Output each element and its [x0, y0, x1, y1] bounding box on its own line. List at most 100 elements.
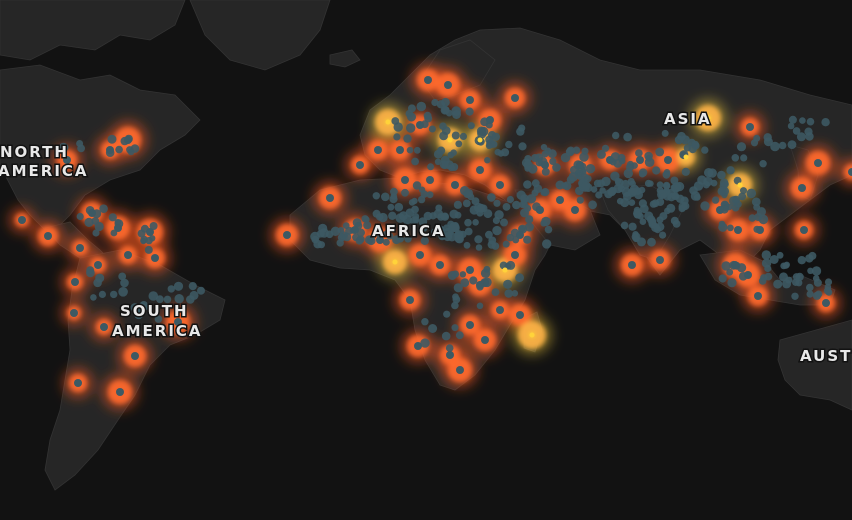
event-point[interactable] [601, 176, 611, 187]
event-point[interactable] [731, 154, 740, 162]
event-point[interactable] [485, 230, 493, 239]
event-point[interactable] [318, 223, 328, 233]
event-point[interactable] [718, 274, 727, 283]
event-point[interactable] [571, 206, 579, 214]
event-point[interactable] [463, 241, 471, 249]
event-point[interactable] [787, 140, 797, 150]
event-point[interactable] [502, 240, 510, 248]
event-point[interactable] [779, 272, 788, 282]
event-point[interactable] [485, 142, 493, 150]
event-point[interactable] [476, 302, 484, 310]
event-point[interactable] [492, 225, 502, 236]
event-point[interactable] [531, 189, 539, 197]
event-point[interactable] [672, 220, 681, 228]
event-point[interactable] [504, 289, 513, 298]
event-point[interactable] [711, 196, 720, 204]
event-point[interactable] [480, 268, 491, 278]
event-point[interactable] [523, 180, 532, 189]
event-point[interactable] [584, 175, 592, 183]
event-point[interactable] [821, 118, 830, 127]
event-point[interactable] [427, 163, 435, 171]
event-point[interactable] [437, 213, 445, 221]
event-point[interactable] [496, 181, 504, 189]
event-point[interactable] [693, 193, 701, 201]
event-point[interactable] [808, 251, 817, 260]
event-point[interactable] [326, 194, 334, 202]
event-point[interactable] [86, 266, 95, 275]
event-point[interactable] [759, 160, 767, 168]
event-point[interactable] [655, 147, 665, 157]
event-point[interactable] [456, 366, 464, 374]
event-point[interactable] [496, 306, 504, 314]
event-point[interactable] [601, 144, 610, 152]
event-point[interactable] [516, 231, 524, 239]
event-point[interactable] [441, 331, 451, 341]
event-point[interactable] [536, 206, 544, 214]
event-point[interactable] [644, 179, 653, 187]
event-point[interactable] [464, 227, 473, 236]
event-point[interactable] [336, 239, 344, 247]
event-point[interactable] [472, 219, 479, 226]
event-point[interactable] [197, 286, 205, 295]
event-point[interactable] [680, 196, 689, 205]
event-point[interactable] [656, 256, 664, 264]
event-point[interactable] [644, 151, 653, 161]
event-point[interactable] [796, 132, 806, 142]
event-point[interactable] [469, 276, 478, 285]
event-point[interactable] [124, 136, 132, 144]
event-point[interactable] [114, 224, 122, 232]
event-point[interactable] [638, 170, 646, 178]
event-point[interactable] [576, 161, 584, 169]
event-point[interactable] [451, 131, 460, 140]
event-point[interactable] [148, 291, 159, 301]
event-point[interactable] [761, 250, 771, 260]
event-point[interactable] [393, 133, 401, 141]
event-point[interactable] [500, 218, 508, 227]
event-point[interactable] [529, 332, 535, 338]
event-point[interactable] [443, 310, 451, 318]
event-point[interactable] [411, 197, 418, 205]
event-point[interactable] [667, 188, 676, 197]
event-point[interactable] [824, 283, 832, 291]
event-point[interactable] [637, 213, 644, 220]
event-point[interactable] [562, 181, 572, 191]
event-point[interactable] [447, 232, 457, 242]
event-point[interactable] [494, 210, 504, 220]
event-point[interactable] [636, 156, 644, 164]
event-point[interactable] [407, 112, 416, 122]
event-point[interactable] [449, 222, 459, 232]
event-point[interactable] [737, 182, 743, 188]
event-point[interactable] [283, 231, 291, 239]
event-point[interactable] [659, 231, 667, 239]
event-point[interactable] [506, 233, 514, 242]
event-point[interactable] [758, 214, 769, 225]
event-point[interactable] [189, 290, 199, 300]
event-point[interactable] [124, 251, 132, 259]
event-point[interactable] [486, 116, 494, 124]
event-point[interactable] [416, 251, 424, 259]
event-point[interactable] [531, 179, 540, 188]
event-point[interactable] [445, 344, 454, 352]
event-point[interactable] [797, 256, 806, 265]
event-point[interactable] [441, 126, 451, 135]
event-point[interactable] [677, 131, 686, 141]
event-point[interactable] [612, 131, 620, 140]
event-point[interactable] [372, 192, 380, 200]
event-point[interactable] [446, 351, 454, 359]
event-point[interactable] [746, 188, 757, 199]
event-point[interactable] [753, 203, 761, 211]
event-point[interactable] [505, 140, 513, 149]
event-point[interactable] [647, 237, 656, 247]
event-point[interactable] [391, 117, 400, 125]
event-point[interactable] [428, 324, 438, 333]
event-point[interactable] [806, 283, 814, 292]
event-point[interactable] [484, 157, 491, 164]
event-point[interactable] [421, 318, 429, 326]
event-point[interactable] [552, 163, 561, 172]
event-point[interactable] [511, 251, 519, 259]
event-point[interactable] [763, 137, 773, 147]
event-point[interactable] [424, 76, 432, 84]
event-point[interactable] [94, 221, 104, 232]
event-point[interactable] [394, 202, 404, 212]
event-point[interactable] [726, 268, 734, 276]
